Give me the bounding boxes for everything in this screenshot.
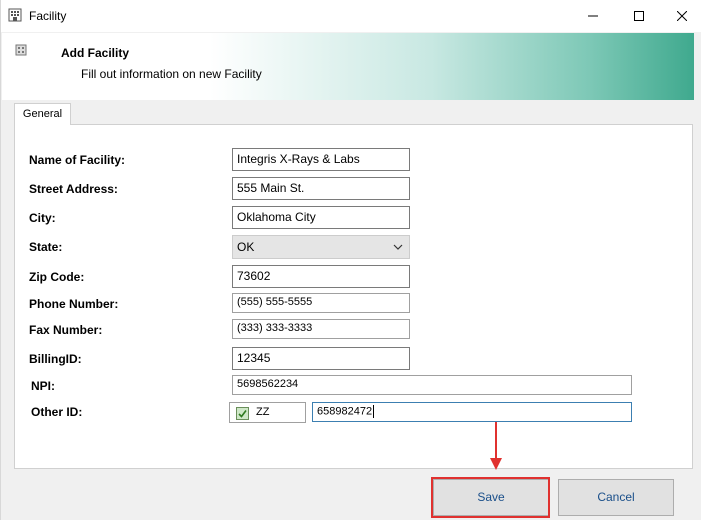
phone-label: Phone Number: (29, 297, 119, 311)
annotation-arrow-head (490, 458, 502, 470)
header-banner: Add Facility Fill out information on new… (2, 33, 694, 100)
billing-id-input[interactable]: 12345 (232, 347, 410, 370)
other-id-type-label: ZZ (256, 406, 270, 418)
state-select-value: OK (237, 240, 255, 254)
maximize-icon (634, 11, 644, 21)
zip-code-input[interactable]: 73602 (232, 265, 410, 288)
tab-general[interactable]: General (14, 103, 71, 125)
city-input[interactable]: Oklahoma City (232, 206, 410, 229)
cancel-button[interactable]: Cancel (558, 479, 674, 516)
npi-input[interactable]: 5698562234 (232, 375, 632, 395)
facility-window: Facility Add Facility Fill out informati… (0, 0, 701, 520)
state-label: State: (29, 240, 63, 254)
fax-label: Fax Number: (29, 323, 103, 337)
phone-number-input[interactable]: (555) 555-5555 (232, 293, 410, 313)
save-highlight-box (431, 477, 550, 518)
title-bar[interactable]: Facility (1, 0, 701, 32)
other-id-checkbox[interactable] (236, 407, 249, 420)
other-id-type-field[interactable]: ZZ (229, 402, 306, 423)
billing-label: BillingID: (29, 352, 82, 366)
street-label: Street Address: (29, 182, 118, 196)
building-icon (8, 8, 22, 22)
minimize-icon (588, 15, 598, 17)
fax-number-input[interactable]: (333) 333-3333 (232, 319, 410, 339)
other-id-input[interactable]: 658982472 (312, 402, 632, 422)
text-caret (373, 405, 375, 418)
window-title: Facility (29, 9, 67, 23)
chevron-down-icon (393, 241, 403, 251)
maximize-button[interactable] (616, 0, 662, 32)
zip-label: Zip Code: (29, 270, 85, 284)
name-label: Name of Facility: (29, 153, 126, 167)
street-address-input[interactable]: 555 Main St. (232, 177, 410, 200)
banner-title: Add Facility (61, 46, 130, 60)
annotation-arrow-shaft (495, 422, 497, 460)
other-id-value: 658982472 (317, 405, 373, 418)
close-icon (677, 11, 687, 21)
facility-name-input[interactable]: Integris X-Rays & Labs (232, 148, 410, 171)
building-icon (14, 43, 28, 57)
check-icon (238, 410, 247, 418)
npi-label: NPI: (31, 379, 55, 393)
minimize-button[interactable] (570, 0, 616, 32)
close-button[interactable] (662, 0, 701, 32)
state-select[interactable]: OK (232, 235, 410, 259)
city-label: City: (29, 211, 56, 225)
other-id-label: Other ID: (31, 405, 83, 419)
banner-subtitle: Fill out information on new Facility (81, 67, 262, 81)
